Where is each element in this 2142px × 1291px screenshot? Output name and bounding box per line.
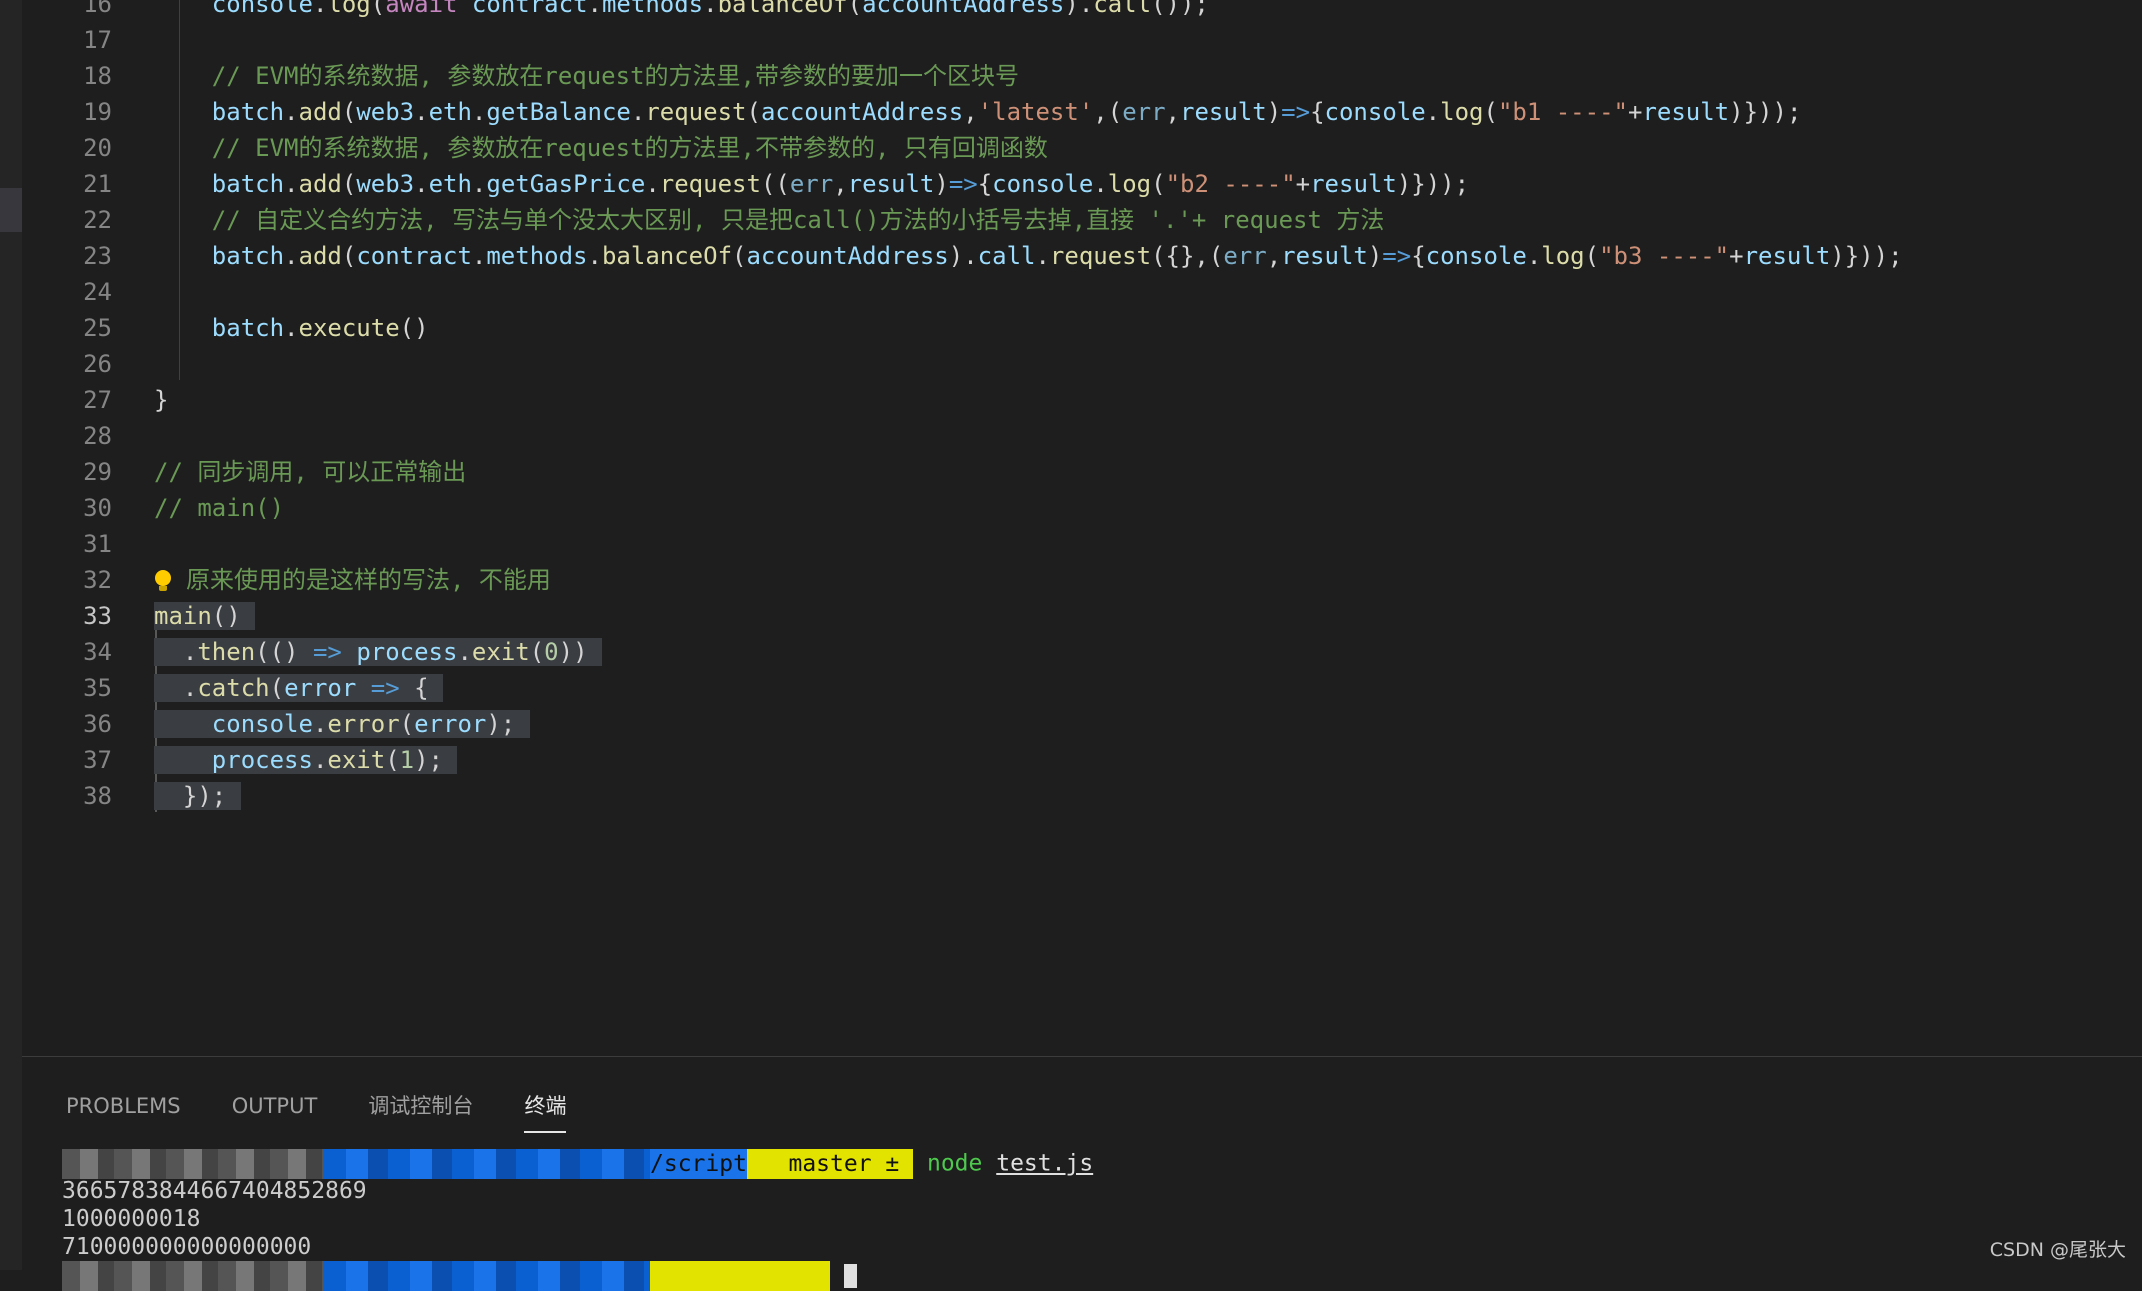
- line-number: 24: [83, 278, 112, 306]
- line-number: 25: [83, 314, 112, 342]
- code-line-selected: });: [154, 782, 241, 810]
- code-line: batch.add(contract.methods.balanceOf(acc…: [211, 242, 1903, 270]
- tab-output[interactable]: OUTPUT: [232, 1083, 318, 1129]
- line-number: 22: [83, 206, 112, 234]
- line-number: 36: [83, 710, 112, 738]
- line-number: 27: [83, 386, 112, 414]
- line-number-gutter: 16 17 18 19 20 21 22 23 24 25 26 27 28 2…: [22, 0, 112, 814]
- code-line-selected: process.exit(1);: [154, 742, 2142, 778]
- line-number: 38: [83, 782, 112, 810]
- line-number: 20: [83, 134, 112, 162]
- code-line: console.log(await contract.methods.balan…: [211, 0, 1209, 18]
- code-line: batch.execute(): [211, 314, 429, 342]
- line-number: 30: [83, 494, 112, 522]
- line-number: 18: [83, 62, 112, 90]
- terminal-command-arg: test.js: [996, 1150, 1094, 1177]
- lightbulb-icon[interactable]: [154, 570, 172, 592]
- code-line: }: [154, 386, 169, 414]
- line-number: 32: [83, 566, 112, 594]
- prompt-git-segment: [650, 1261, 830, 1291]
- terminal-output-line: 1000000018: [62, 1206, 201, 1232]
- code-line: // main(): [154, 494, 285, 522]
- line-number: 26: [83, 350, 112, 378]
- code-editor[interactable]: 16 17 18 19 20 21 22 23 24 25 26 27 28 2…: [22, 0, 2142, 1056]
- line-number: 29: [83, 458, 112, 486]
- code-line: // 自定义合约方法, 写法与单个没太大区别, 只是把call()方法的小括号去…: [211, 206, 1385, 234]
- terminal-prompt-line: [62, 1261, 2142, 1291]
- tab-debug-console[interactable]: 调试控制台: [368, 1083, 473, 1129]
- terminal-prompt-line: /script master ± node test.js: [62, 1149, 2142, 1179]
- line-number: 37: [83, 746, 112, 774]
- panel-tabs: PROBLEMS OUTPUT 调试控制台 终端: [66, 1083, 612, 1133]
- code-line: // EVM的系统数据, 参数放在request的方法里,带参数的要加一个区块号: [211, 62, 1019, 90]
- line-number: 34: [83, 638, 112, 666]
- terminal-command: node: [926, 1150, 983, 1177]
- code-line-selected: .then(() => process.exit(0)): [154, 638, 602, 666]
- terminal[interactable]: /script master ± node test.js 3665783844…: [62, 1149, 2142, 1291]
- line-number: 16: [83, 0, 112, 18]
- line-number: 35: [83, 674, 112, 702]
- code-line: // EVM的系统数据, 参数放在request的方法里,不带参数的, 只有回调…: [211, 134, 1048, 162]
- line-number: 28: [83, 422, 112, 450]
- line-number: 23: [83, 242, 112, 270]
- redacted-path: [324, 1149, 650, 1179]
- prompt-path-segment: /script: [650, 1149, 747, 1179]
- code-line: batch.add(web3.eth.getBalance.request(ac…: [211, 98, 1802, 126]
- activity-bar: [0, 0, 22, 1270]
- redacted-username: [62, 1261, 324, 1291]
- code-line-selected: main(): [154, 602, 256, 630]
- bottom-panel: PROBLEMS OUTPUT 调试控制台 终端 /script master …: [22, 1056, 2142, 1291]
- activity-indicator: [0, 188, 22, 232]
- watermark: CSDN @尾张大: [1989, 1239, 2126, 1261]
- code-lines: console.log(await contract.methods.balan…: [154, 0, 2142, 814]
- code-line: // 同步调用, 可以正常输出: [154, 458, 467, 486]
- redacted-username: [62, 1149, 324, 1179]
- code-line-selected: .catch(error => {: [154, 674, 444, 702]
- terminal-cursor: [843, 1264, 857, 1288]
- terminal-output-line: 710000000000000000: [62, 1234, 312, 1260]
- line-number-active: 33: [83, 602, 112, 630]
- redacted-path: [324, 1261, 650, 1291]
- tab-problems[interactable]: PROBLEMS: [66, 1083, 181, 1129]
- prompt-git-segment: master ±: [746, 1149, 914, 1179]
- code-line: batch.add(web3.eth.getGasPrice.request((…: [211, 170, 1470, 198]
- tab-terminal[interactable]: 终端: [524, 1083, 567, 1133]
- terminal-output-line: 3665783844667404852869: [62, 1178, 367, 1204]
- line-number: 19: [83, 98, 112, 126]
- line-number: 17: [83, 26, 112, 54]
- code-line: 原来使用的是这样的写法, 不能用: [154, 562, 2142, 598]
- line-number: 31: [83, 530, 112, 558]
- git-branch: master ±: [788, 1151, 900, 1177]
- line-number: 21: [83, 170, 112, 198]
- code-line-selected: console.error(error);: [154, 706, 2142, 742]
